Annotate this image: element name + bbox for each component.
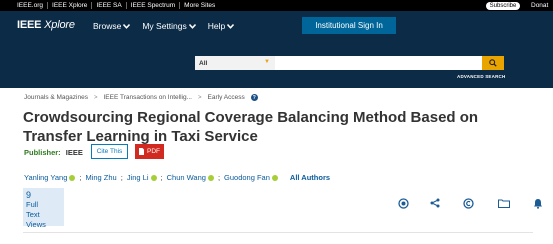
author-name: Jing Li	[126, 173, 149, 182]
author-list: Yanling Yang ; Ming Zhu ; Jing Li ; Chun…	[24, 173, 330, 182]
nav-browse[interactable]: Browse	[93, 21, 131, 31]
author-separator: ;	[79, 173, 82, 182]
orcid-icon[interactable]	[150, 174, 157, 181]
share-icon[interactable]	[428, 196, 442, 210]
search-input[interactable]	[275, 56, 482, 70]
logo-main: IEEE	[17, 19, 42, 31]
search-button[interactable]	[482, 56, 504, 70]
link-ieee-org[interactable]: IEEE.org	[17, 2, 49, 9]
breadcrumb-journals[interactable]: Journals & Magazines	[24, 94, 88, 101]
nav-my-settings[interactable]: My Settings	[142, 21, 196, 31]
advanced-search-link[interactable]: ADVANCED SEARCH	[457, 74, 505, 79]
ieee-xplore-logo[interactable]: IEEE Xplore	[17, 19, 75, 31]
search-scope-select[interactable]: All ▼	[195, 56, 275, 70]
author-link[interactable]: Yanling Yang	[24, 173, 76, 182]
link-ieee-sa[interactable]: IEEE SA	[92, 2, 127, 9]
publisher: Publisher: IEEE	[24, 148, 83, 157]
author-separator: ;	[160, 173, 163, 182]
top-utility-bar: IEEE.org IEEE Xplore IEEE SA IEEE Spectr…	[0, 0, 553, 11]
all-authors-link[interactable]: All Authors	[290, 173, 330, 182]
author-separator: ;	[217, 173, 221, 182]
cite-this-button[interactable]: Cite This	[91, 144, 128, 159]
link-ieee-xplore[interactable]: IEEE Xplore	[48, 2, 93, 9]
search-scope-value: All	[199, 59, 208, 67]
chevron-down-icon	[123, 23, 131, 29]
breadcrumb-transactions[interactable]: IEEE Transactions on Intellig...	[103, 94, 192, 101]
article-title: Crowdsourcing Regional Coverage Balancin…	[23, 109, 479, 145]
chevron-down-icon	[227, 23, 235, 29]
orcid-icon[interactable]	[207, 174, 214, 181]
breadcrumb-early-access[interactable]: Early Access	[208, 94, 245, 101]
nav-help-label: Help	[207, 21, 226, 31]
nav-my-settings-label: My Settings	[142, 21, 187, 31]
nav-browse-label: Browse	[93, 21, 122, 31]
subscribe-button[interactable]: Subscribe	[486, 1, 520, 10]
help-icon[interactable]: ?	[250, 94, 258, 101]
orcid-icon[interactable]	[271, 174, 278, 181]
metric-label-line2: Text Views	[26, 210, 46, 229]
publisher-value: IEEE	[65, 148, 83, 157]
chevron-down-icon	[188, 23, 196, 29]
author-link[interactable]: Ming Zhu	[85, 173, 116, 182]
search-bar: All ▼	[195, 56, 504, 70]
author-link[interactable]: Jing Li	[127, 173, 157, 182]
logo-italic: Xplore	[44, 19, 75, 31]
author-link[interactable]: Chun Wang	[167, 173, 214, 182]
institutional-sign-in-button[interactable]: Institutional Sign In	[302, 17, 396, 34]
nav-help[interactable]: Help	[207, 21, 235, 31]
breadcrumb: Journals & Magazines > IEEE Transactions…	[24, 94, 258, 101]
publisher-label: Publisher:	[24, 148, 61, 157]
main-nav: Browse My Settings Help	[93, 21, 246, 31]
caret-down-icon: ▼	[264, 59, 270, 65]
site-header: IEEE Xplore Browse My Settings Help Inst…	[0, 11, 553, 88]
author-name: Yanling Yang	[24, 173, 68, 182]
article-tools	[0, 196, 553, 210]
site-links: IEEE.org IEEE Xplore IEEE SA IEEE Spectr…	[0, 2, 219, 9]
author-name: Guodong Fan	[224, 173, 270, 182]
pdf-label: PDF	[147, 148, 160, 155]
orcid-icon[interactable]	[69, 174, 76, 181]
copyright-badge-icon[interactable]	[396, 196, 410, 210]
donate-link[interactable]: Donat	[531, 2, 548, 9]
folder-icon[interactable]	[497, 196, 511, 210]
pdf-button[interactable]: PDF	[135, 144, 164, 159]
author-name: Ming Zhu	[85, 173, 117, 182]
bell-icon[interactable]	[531, 196, 545, 210]
link-more-sites[interactable]: More Sites	[180, 2, 219, 9]
search-icon	[489, 59, 497, 67]
link-ieee-spectrum[interactable]: IEEE Spectrum	[127, 2, 181, 9]
author-link[interactable]: Guodong Fan	[224, 173, 278, 182]
author-separator: ;	[120, 173, 123, 182]
chevron-right-icon: >	[93, 94, 98, 101]
author-name: Chun Wang	[166, 173, 206, 182]
chevron-right-icon: >	[198, 94, 202, 101]
section-divider	[23, 232, 533, 233]
pdf-icon	[139, 148, 144, 155]
rights-icon[interactable]	[461, 196, 475, 210]
